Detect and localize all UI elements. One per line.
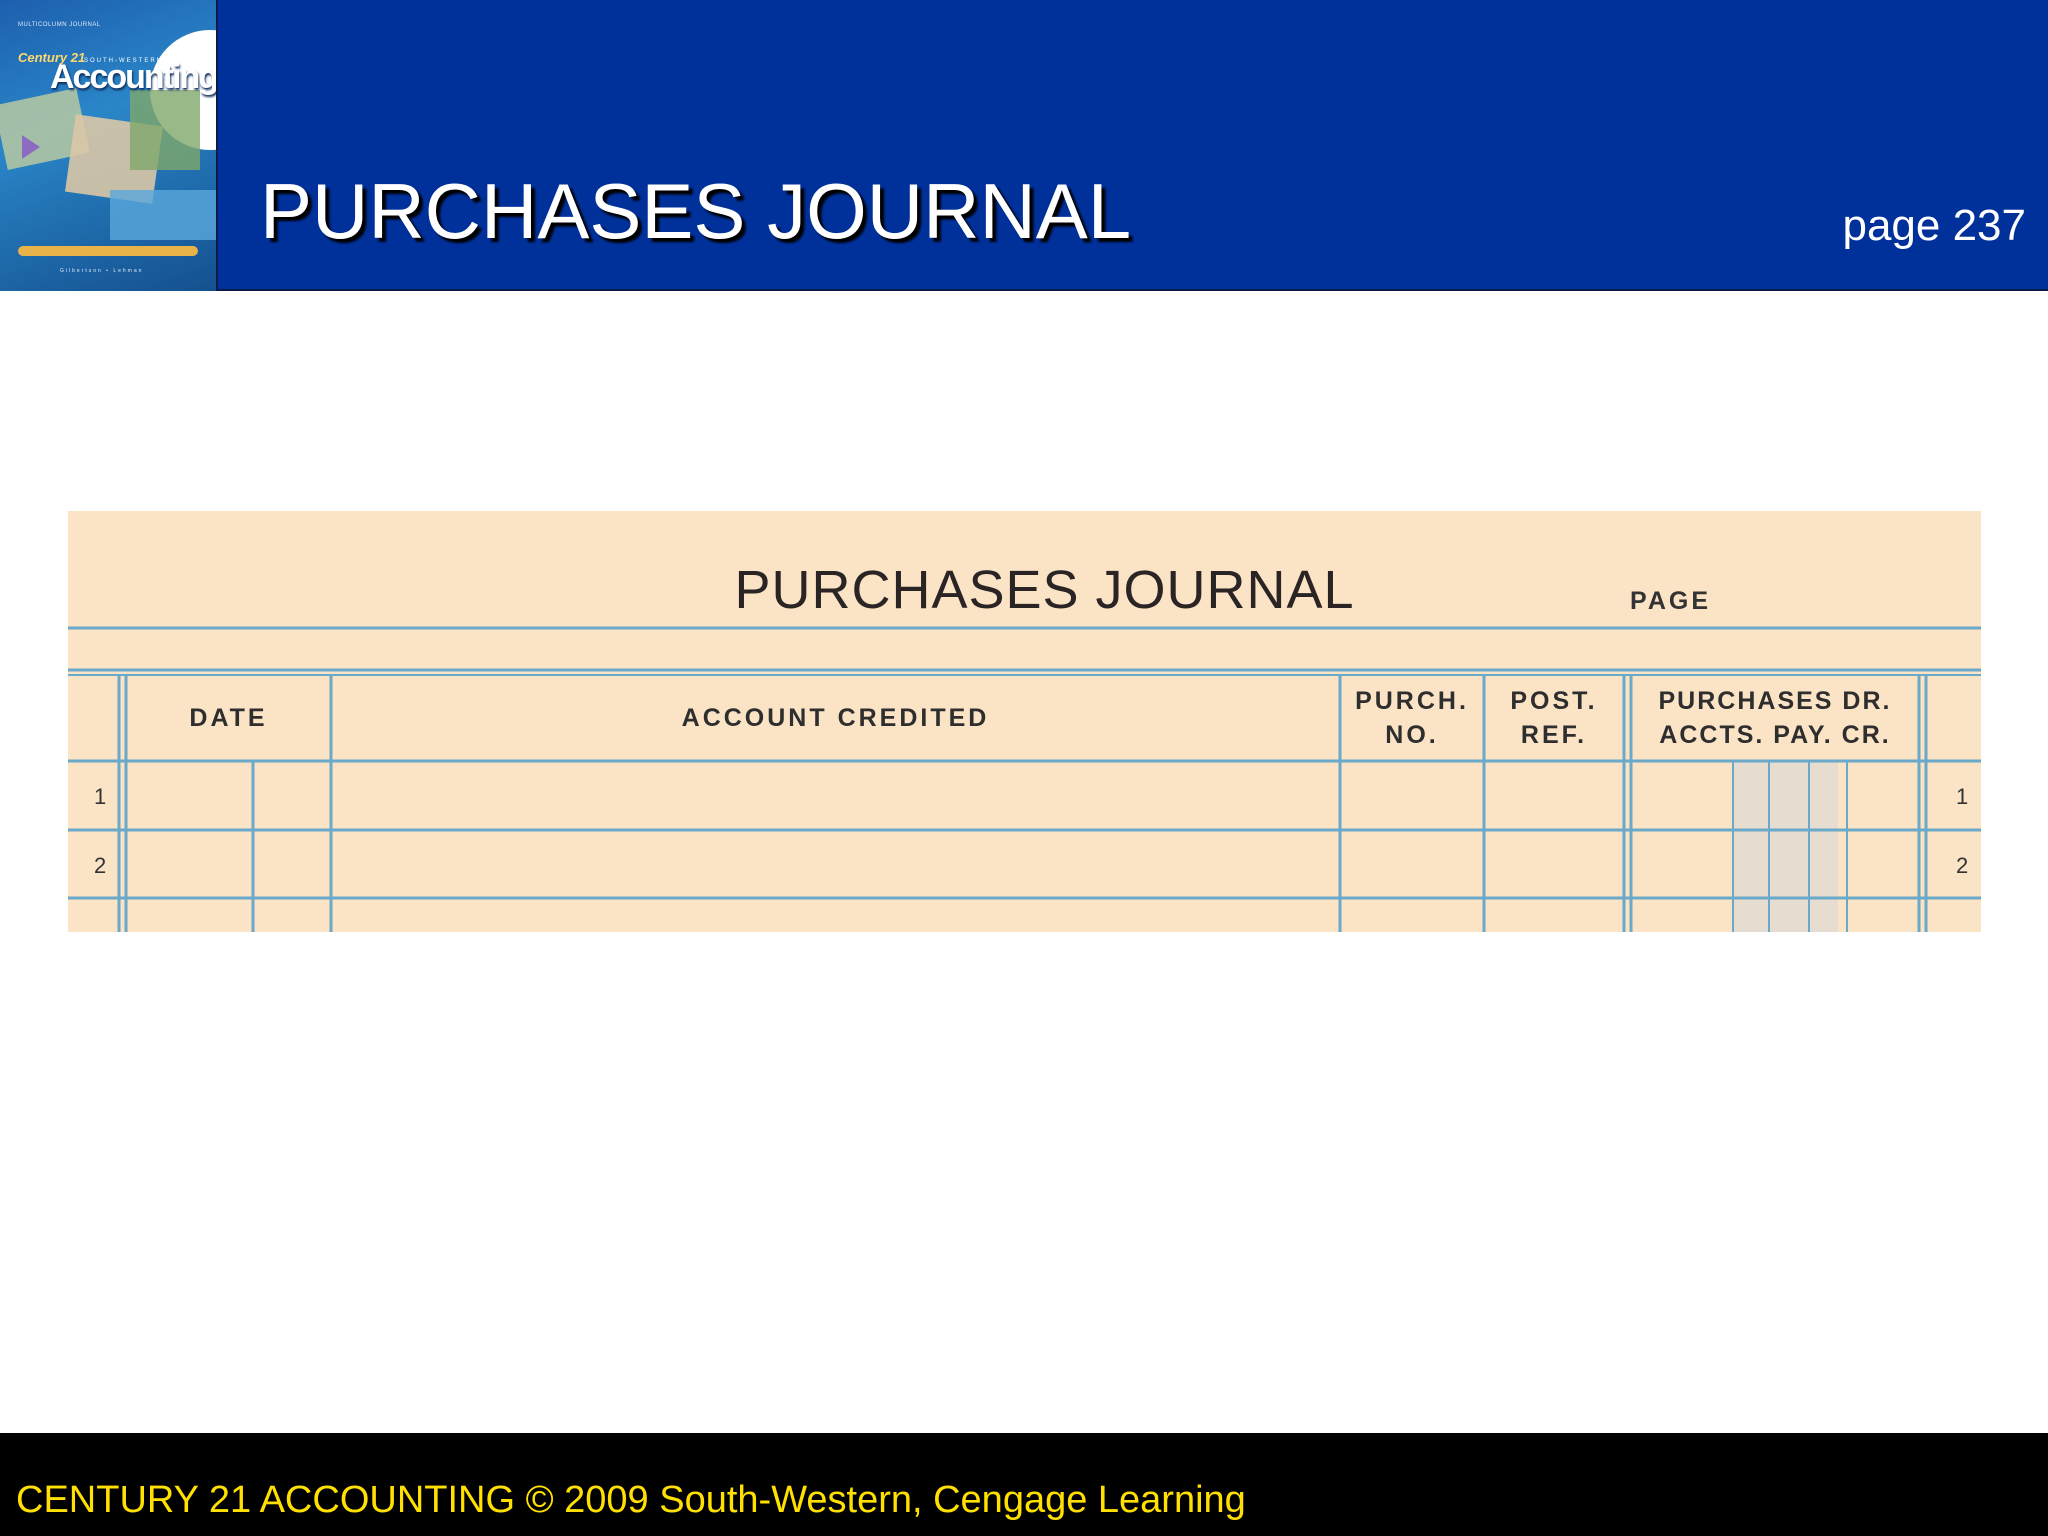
- column-header-account-credited: ACCOUNT CREDITED: [681, 704, 990, 732]
- horizontal-rules: [68, 626, 1981, 900]
- title-banner: MULTICOLUMN JOURNAL Century 21 SOUTH-WES…: [0, 0, 2048, 291]
- cover-top-text: MULTICOLUMN JOURNAL: [18, 22, 101, 28]
- cover-decoration: [130, 90, 200, 170]
- purchases-journal-form: PURCHASES JOURNAL PAGE DATE ACCOUNT CRED…: [68, 511, 1981, 932]
- book-cover-image: MULTICOLUMN JOURNAL Century 21 SOUTH-WES…: [0, 0, 218, 291]
- cover-arrow-icon: [22, 135, 40, 159]
- journal-page-label: PAGE: [1630, 587, 1711, 615]
- cover-decoration: [110, 190, 216, 240]
- column-header-purch-no: PURCH. NO.: [1340, 684, 1484, 752]
- cover-strip: [18, 246, 198, 256]
- row-number-left-1: 1: [94, 784, 107, 809]
- cover-authors: Gilbertson • Lehman: [60, 268, 144, 274]
- row-number-left-2: 2: [94, 853, 107, 878]
- column-header-date: DATE: [189, 704, 268, 732]
- column-header-amount-line1: PURCHASES DR.: [1658, 687, 1892, 715]
- column-header-purch-no-line2: NO.: [1385, 721, 1439, 749]
- column-header-amount: PURCHASES DR. ACCTS. PAY. CR.: [1631, 684, 1919, 752]
- column-header-post-ref: POST. REF.: [1484, 684, 1624, 752]
- cents-shade: [1733, 762, 1838, 932]
- column-header-post-ref-line1: POST.: [1510, 687, 1598, 715]
- slide-title: PURCHASES JOURNAL: [260, 167, 1132, 255]
- footer-copyright: CENTURY 21 ACCOUNTING © 2009 South-Weste…: [16, 1479, 1246, 1521]
- column-header-amount-line2: ACCTS. PAY. CR.: [1659, 721, 1891, 749]
- row-number-right-2: 2: [1956, 853, 1969, 878]
- column-header-purch-no-line1: PURCH.: [1355, 687, 1469, 715]
- page-reference: page 237: [1842, 201, 2026, 250]
- column-header-post-ref-line2: REF.: [1520, 721, 1588, 749]
- row-number-right-1: 1: [1956, 784, 1969, 809]
- footer-bar: CENTURY 21 ACCOUNTING © 2009 South-Weste…: [0, 1433, 2048, 1536]
- cover-title: Accounting: [50, 58, 217, 96]
